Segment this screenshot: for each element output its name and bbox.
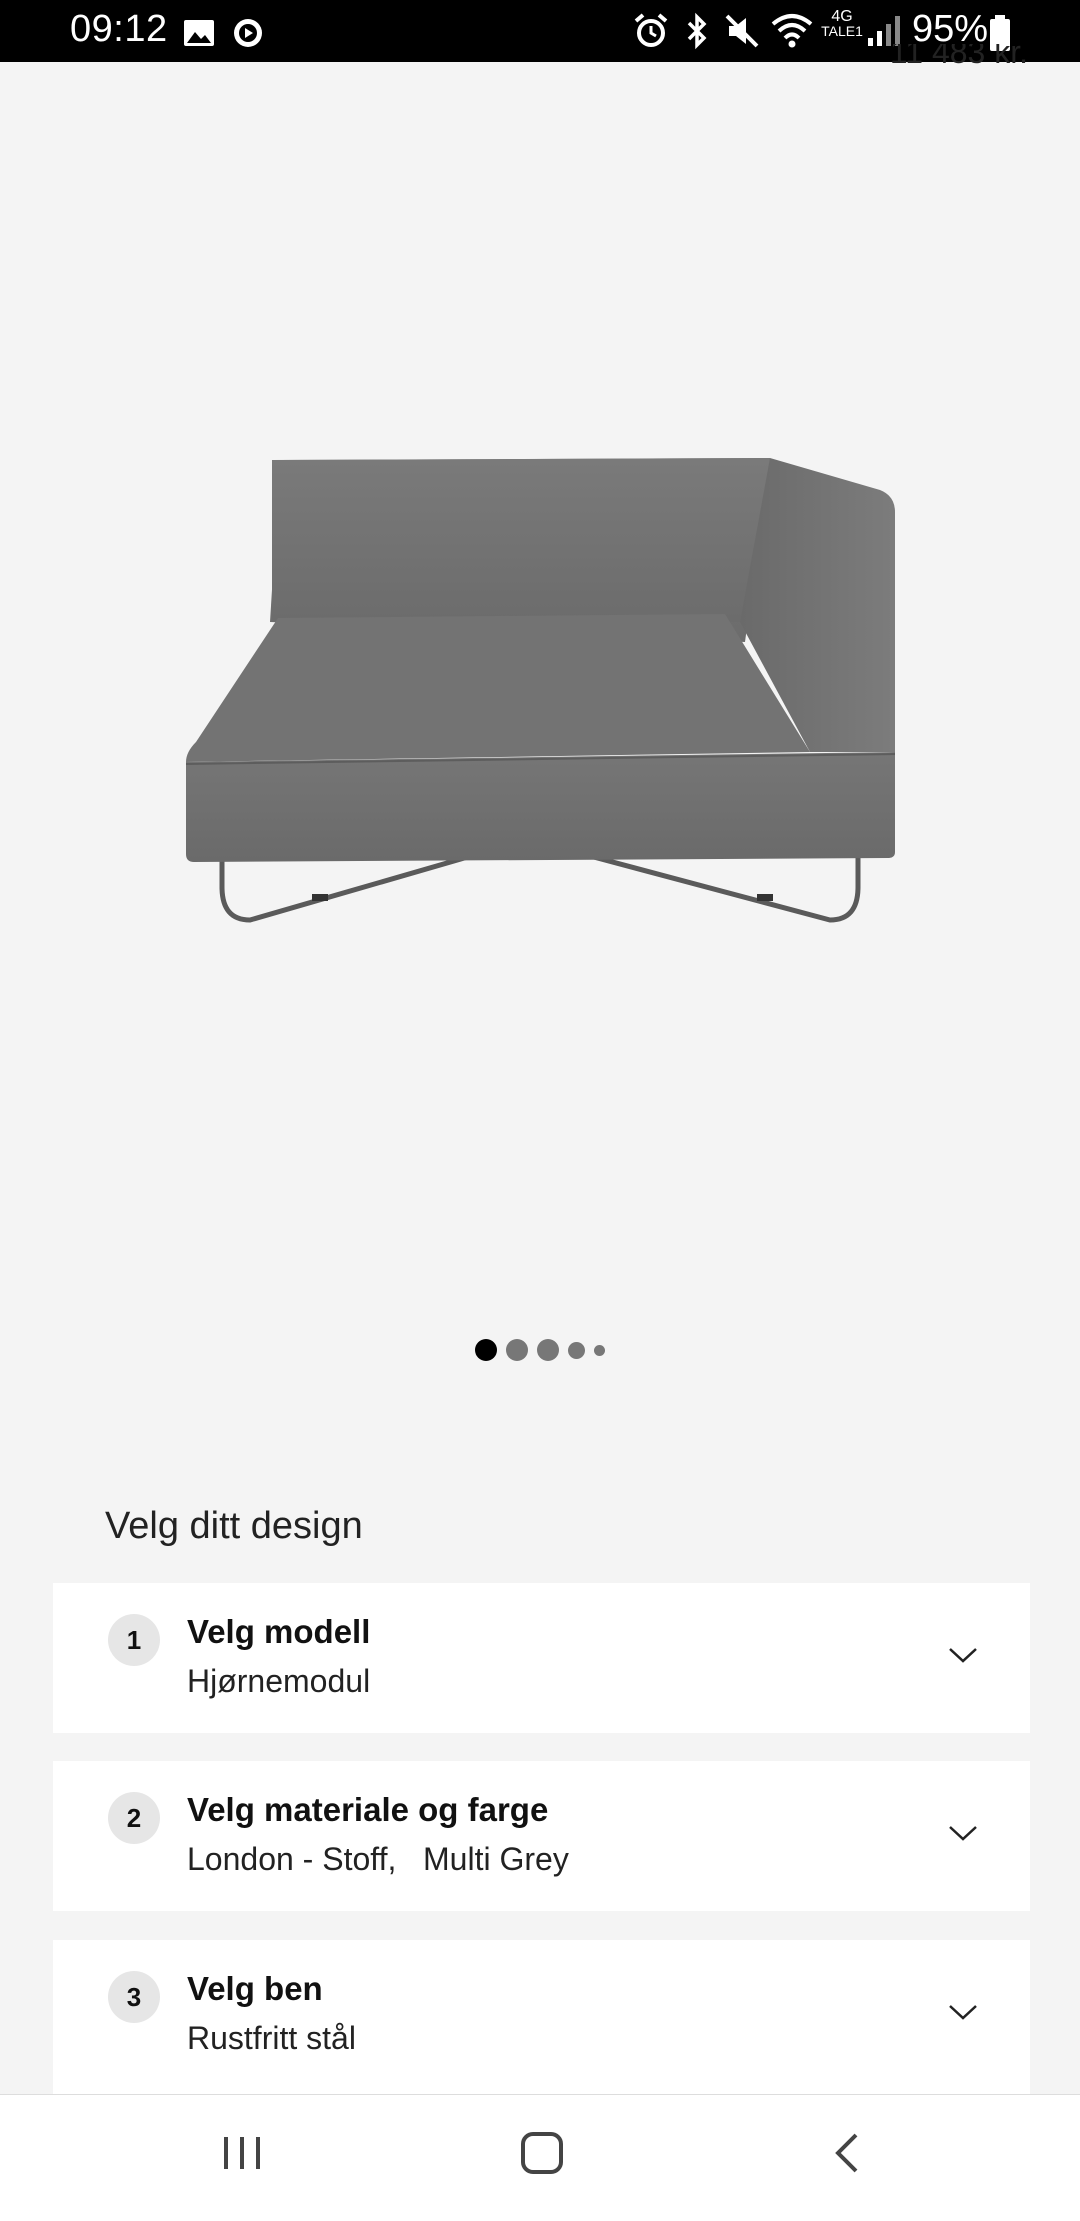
gallery-notification-icon (184, 20, 214, 46)
network-type: 4G TALE1 (821, 8, 863, 39)
product-image[interactable] (0, 62, 1080, 1322)
sofa-image (185, 458, 896, 923)
chevron-down-icon[interactable] (948, 2002, 978, 2022)
step-number: 2 (108, 1792, 160, 1844)
step-card-material[interactable]: 2 Velg materiale og farge London - Stoff… (53, 1761, 1030, 1911)
carousel-dot[interactable] (594, 1344, 605, 1356)
wifi-icon (771, 14, 813, 48)
carousel-dot[interactable] (506, 1339, 528, 1361)
step-title: Velg materiale og farge (187, 1791, 549, 1828)
mute-icon (725, 14, 759, 48)
carousel-dot[interactable] (475, 1339, 497, 1361)
back-icon[interactable] (830, 2131, 864, 2175)
system-navigation-bar (0, 2094, 1080, 2221)
status-time: 09:12 (70, 8, 168, 50)
step-title: Velg modell (187, 1613, 371, 1650)
step-number: 3 (108, 1971, 160, 2023)
section-heading: Velg ditt design (105, 1505, 363, 1547)
step-number: 1 (108, 1614, 160, 1666)
step-value: Hjørnemodul (187, 1663, 371, 1699)
home-icon[interactable] (520, 2131, 564, 2175)
alarm-icon (634, 13, 668, 47)
bluetooth-icon (687, 12, 707, 50)
chevron-down-icon[interactable] (948, 1645, 978, 1665)
step-card-model[interactable]: 1 Velg modell Hjørnemodul (53, 1583, 1030, 1733)
chevron-down-icon[interactable] (948, 1823, 978, 1843)
step-card-legs[interactable]: 3 Velg ben Rustfritt stål (53, 1940, 1030, 2094)
media-notification-icon (234, 19, 262, 47)
step-value: Rustfritt stål (187, 2020, 356, 2056)
carousel-indicator[interactable] (0, 1338, 1080, 1362)
step-title: Velg ben (187, 1970, 323, 2007)
carousel-dot[interactable] (537, 1339, 559, 1361)
step-value: London - Stoff, Multi Grey (187, 1841, 569, 1877)
recent-apps-icon[interactable] (220, 2131, 264, 2175)
carousel-dot[interactable] (568, 1341, 585, 1359)
